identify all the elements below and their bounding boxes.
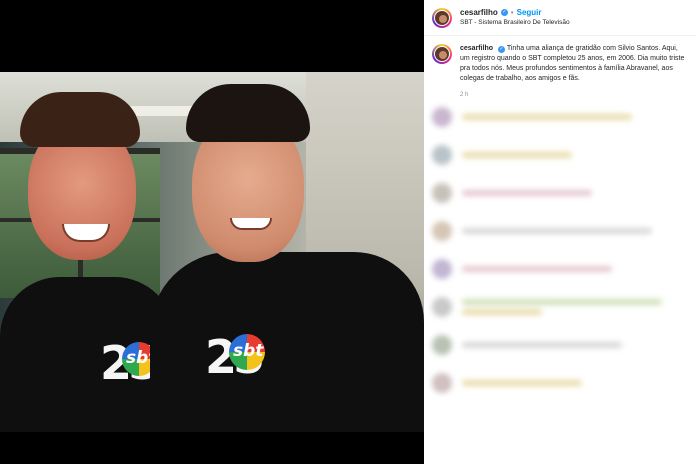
sbt-25-logo-right: 25 sbt [205, 330, 265, 384]
post-caption: cesarfilho ✓ Tinha uma aliança de gratid… [424, 36, 696, 103]
post-photo[interactable]: 25 sbt 25 sbt [0, 72, 424, 432]
separator-dot: • [510, 7, 514, 17]
caption-body: cesarfilho ✓ Tinha uma aliança de gratid… [460, 44, 688, 99]
comment-item [432, 221, 688, 242]
right-person-hair [186, 84, 310, 142]
comment-item [432, 373, 688, 394]
caption-username-link[interactable]: cesarfilho [460, 45, 493, 52]
post-side-panel: cesarfilho ✓ • Seguir SBT - Sistema Bras… [424, 0, 696, 464]
verified-badge-icon: ✓ [498, 46, 506, 53]
verified-badge-icon: ✓ [500, 9, 508, 17]
caption-avatar[interactable] [432, 44, 452, 64]
comment-avatar [432, 297, 452, 318]
comment-avatar [432, 259, 452, 280]
blurred-comments-list [424, 103, 696, 415]
post-header-text: cesarfilho ✓ • Seguir SBT - Sistema Bras… [460, 8, 570, 27]
comment-avatar [432, 335, 452, 356]
post-header: cesarfilho ✓ • Seguir SBT - Sistema Bras… [424, 0, 696, 36]
comment-item [432, 335, 688, 356]
post-photo-pane: 25 sbt 25 sbt [0, 0, 424, 464]
follow-button[interactable]: Seguir [517, 8, 542, 18]
post-timestamp[interactable]: 2 h [460, 91, 688, 100]
comment-avatar [432, 373, 452, 394]
caption-text: Tinha uma aliança de gratidão com Silvio… [460, 45, 685, 83]
username-link[interactable]: cesarfilho [460, 8, 498, 18]
right-person-shirt [150, 252, 424, 432]
left-person-hair [20, 92, 140, 147]
location-link[interactable]: SBT - Sistema Brasileiro De Televisão [460, 19, 570, 27]
comment-avatar [432, 183, 452, 204]
comment-item [432, 297, 688, 318]
comment-item [432, 145, 688, 166]
right-person-smile [230, 218, 272, 230]
comment-item [432, 107, 688, 128]
comment-avatar [432, 145, 452, 166]
comment-item [432, 259, 688, 280]
sbt-25-logo-left: 25 sbt [100, 336, 160, 390]
comment-avatar [432, 107, 452, 128]
comment-avatar [432, 221, 452, 242]
profile-avatar[interactable] [432, 7, 452, 28]
comment-item [432, 183, 688, 204]
